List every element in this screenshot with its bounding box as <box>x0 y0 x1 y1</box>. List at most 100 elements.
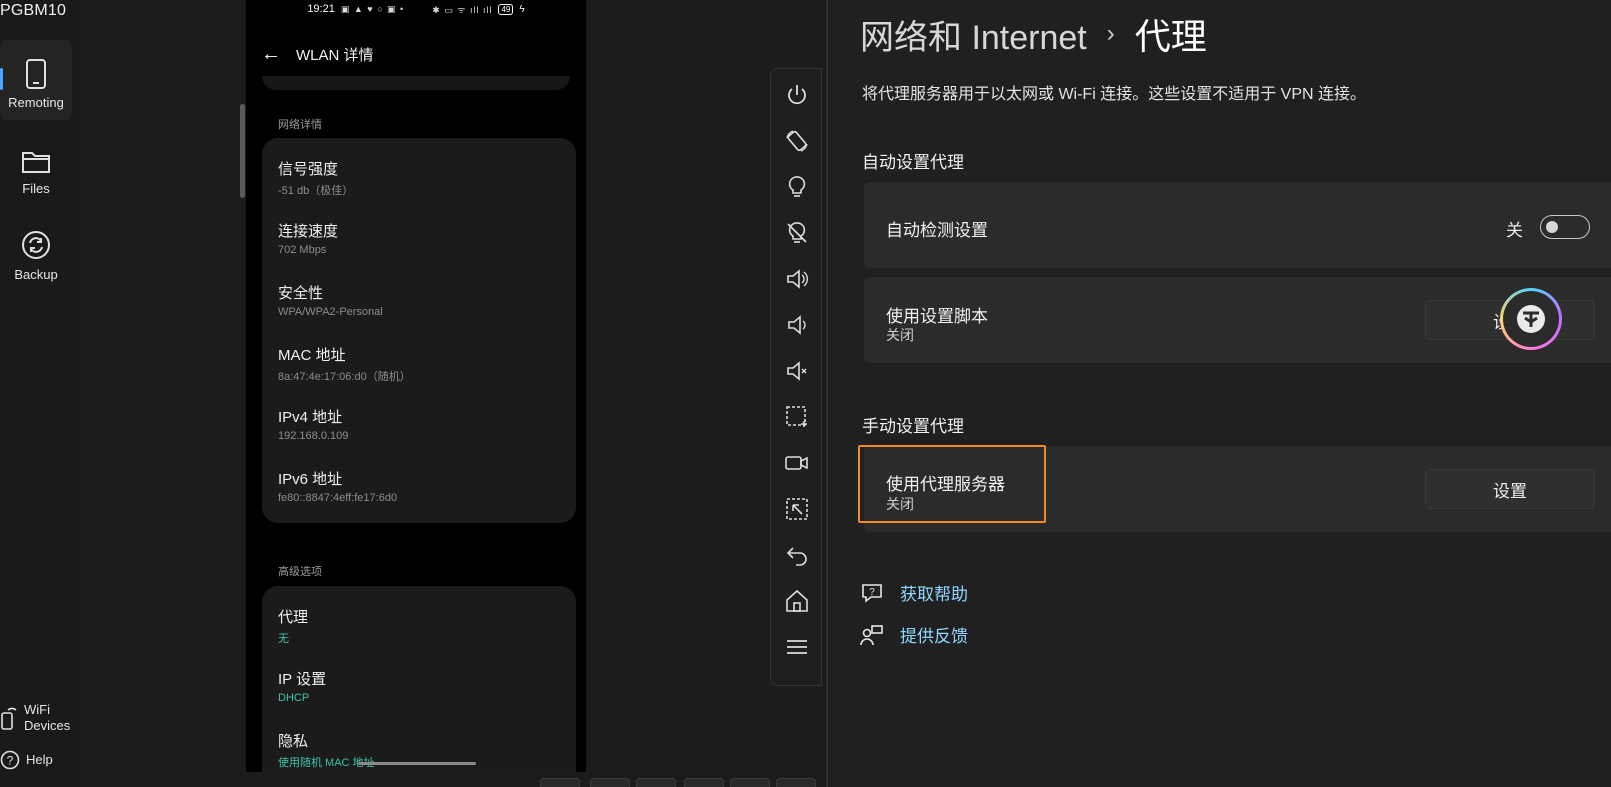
power-icon <box>788 85 806 105</box>
status-notification-icons: ▣ ▲ ♥ ○ ▣ • <box>340 3 405 14</box>
get-help-label: 获取帮助 <box>900 585 968 604</box>
previous-card-edge <box>262 76 570 90</box>
select-region-button[interactable] <box>777 491 817 527</box>
light-off-icon <box>787 222 807 243</box>
phone-status-bar: 19:21 ▣ ▲ ♥ ○ ▣ • ✱ ▭ ᯤ ıll ıll 49 ϟ <box>246 0 586 18</box>
get-help-link[interactable]: ? 获取帮助 <box>860 580 968 605</box>
svg-text:?: ? <box>7 754 14 768</box>
screenshot-region-button[interactable] <box>777 399 817 435</box>
feedback-link[interactable]: 提供反馈 <box>860 622 968 647</box>
rotate-icon <box>786 130 808 152</box>
feedback-label: 提供反馈 <box>900 627 968 646</box>
wifi-devices-link[interactable]: WiFi Devices <box>0 702 70 734</box>
assistant-logo-icon <box>1517 305 1545 333</box>
select-region-icon <box>786 498 808 520</box>
page-title: 代理 <box>1134 16 1207 57</box>
back-button[interactable] <box>777 537 817 573</box>
phone-scrollbar[interactable] <box>240 104 245 198</box>
option-value: 无 <box>278 633 289 645</box>
overlay-assistant-icon[interactable] <box>1500 288 1562 350</box>
advanced-section-label: 高级选项 <box>278 566 322 578</box>
detail-key: MAC 地址 <box>278 347 346 364</box>
bottom-toolbar-button[interactable] <box>730 778 770 787</box>
advanced-options-card: 代理 无 IP 设置 DHCP 隐私 使用随机 MAC 地址 <box>262 586 576 772</box>
settings-window: 网络和 Internet › 代理 将代理服务器用于以太网或 Wi-Fi 连接。… <box>826 0 1611 787</box>
phone-header: ← WLAN 详情 <box>246 36 586 72</box>
volume-up-icon <box>787 269 808 289</box>
auto-proxy-group-title: 自动设置代理 <box>862 153 964 172</box>
wifi-devices-label: WiFi Devices <box>24 702 71 733</box>
nav-remoting[interactable]: Remoting <box>0 40 72 120</box>
detail-value: -51 db（极佳） <box>278 185 354 197</box>
detail-key: IPv6 地址 <box>278 471 343 488</box>
record-icon <box>785 456 808 470</box>
battery-icon: 49 <box>498 3 514 15</box>
phone-screen[interactable]: 19:21 ▣ ▲ ♥ ○ ▣ • ✱ ▭ ᯤ ıll ıll 49 ϟ ← W… <box>246 0 586 772</box>
network-details-card: 信号强度 -51 db（极佳） 连接速度 702 Mbps 安全性 WPA/WP… <box>262 138 576 523</box>
wifi-device-icon <box>1 707 17 730</box>
home-icon <box>786 589 808 612</box>
nav-label: Backup <box>14 267 58 282</box>
app-sidebar: PGBM10 Remoting Files Backup WiFi Devices… <box>0 0 80 787</box>
setup-script-status: 关闭 <box>886 327 914 343</box>
detail-value: fe80::8847:4eff:fe17:6d0 <box>278 492 398 504</box>
light-off-button[interactable] <box>777 215 817 251</box>
option-key: 代理 <box>278 609 309 626</box>
breadcrumb-parent[interactable]: 网络和 Internet <box>860 10 1087 59</box>
screenshot-region-icon <box>786 406 807 427</box>
sync-icon <box>22 231 50 259</box>
charging-icon: ϟ <box>519 3 525 15</box>
mute-button[interactable] <box>777 353 817 389</box>
bottom-toolbar-button[interactable] <box>590 778 630 787</box>
help-icon: ? <box>0 750 20 770</box>
menu-button[interactable] <box>777 629 817 665</box>
detail-key: 信号强度 <box>278 161 339 178</box>
volume-up-button[interactable] <box>777 261 817 297</box>
network-section-label: 网络详情 <box>278 119 322 131</box>
device-name: PGBM10 <box>0 2 67 19</box>
record-button[interactable] <box>777 445 817 481</box>
help-link[interactable]: ? Help <box>0 750 53 770</box>
option-value: DHCP <box>278 692 310 704</box>
mute-icon <box>787 361 807 381</box>
volume-down-icon <box>788 315 806 335</box>
bottom-toolbar-button[interactable] <box>636 778 676 787</box>
light-on-button[interactable] <box>777 169 817 205</box>
phone-page-title: WLAN 详情 <box>296 46 374 64</box>
nav-files[interactable]: Files <box>0 126 72 206</box>
bottom-toolbar-button[interactable] <box>540 778 580 787</box>
power-button[interactable] <box>777 77 817 113</box>
volume-down-button[interactable] <box>777 307 817 343</box>
auto-detect-state: 关 <box>1506 221 1523 240</box>
option-key: 隐私 <box>278 733 309 750</box>
option-proxy[interactable]: 代理 无 <box>278 606 308 646</box>
proxy-server-setup-button[interactable]: 设置 <box>1425 469 1595 509</box>
option-ip-settings[interactable]: IP 设置 DHCP <box>278 668 326 704</box>
detail-value: WPA/WPA2-Personal <box>278 306 383 318</box>
auto-detect-toggle[interactable] <box>1540 215 1590 239</box>
home-button[interactable] <box>777 583 817 619</box>
detail-value: 8a:47:4e:17:06:d0（随机） <box>278 371 411 383</box>
nav-label: Remoting <box>8 95 64 110</box>
detail-ipv6: IPv6 地址 fe80::8847:4eff:fe17:6d0 <box>278 468 397 504</box>
phone-home-indicator[interactable] <box>358 762 476 765</box>
bottom-toolbar-button[interactable] <box>776 778 816 787</box>
menu-icon <box>787 640 807 654</box>
breadcrumb: 网络和 Internet › 代理 <box>860 8 1207 60</box>
setup-script-row: 使用设置脚本 关闭 设置 <box>864 277 1611 363</box>
detail-mac: MAC 地址 8a:47:4e:17:06:d0（随机） <box>278 344 411 384</box>
detail-ipv4: IPv4 地址 192.168.0.109 <box>278 406 348 442</box>
nav-backup[interactable]: Backup <box>0 212 72 292</box>
status-signal-icons: ✱ ▭ ᯤ ıll ıll <box>432 4 493 15</box>
highlight-box <box>858 445 1046 523</box>
auto-detect-label: 自动检测设置 <box>886 221 988 240</box>
back-icon <box>786 547 807 566</box>
rotate-button[interactable] <box>777 123 817 159</box>
detail-value: 192.168.0.109 <box>278 430 349 442</box>
bottom-toolbar-button[interactable] <box>684 778 724 787</box>
svg-text:?: ? <box>869 587 875 598</box>
manual-proxy-group-title: 手动设置代理 <box>862 417 964 436</box>
help-label: Help <box>26 752 53 767</box>
detail-value: 702 Mbps <box>278 244 327 256</box>
back-arrow-icon[interactable]: ← <box>246 43 296 66</box>
